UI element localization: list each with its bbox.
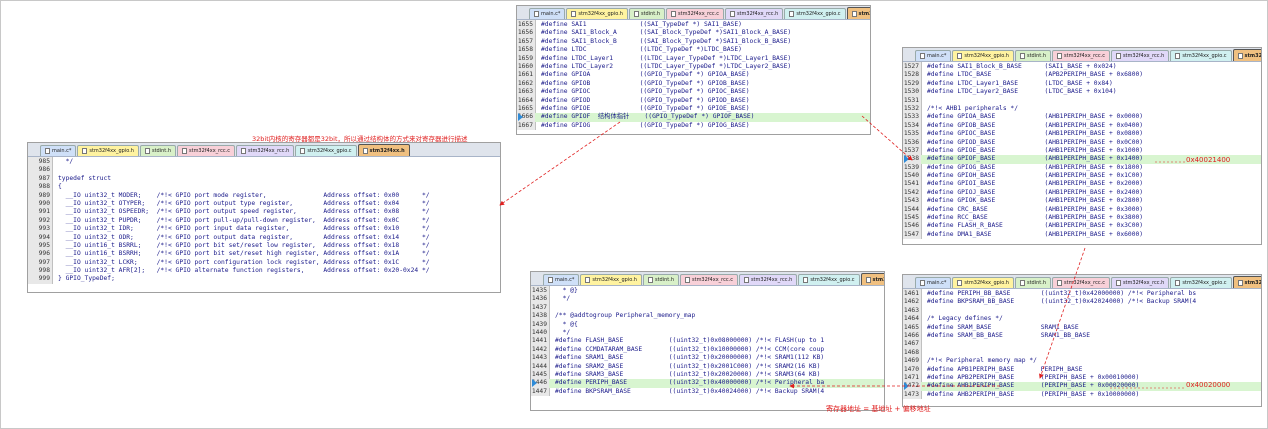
arrow-gpiof-to-base [861,115,913,161]
arrow-gpiof-to-struct [499,121,621,206]
connector-arrows [499,115,1185,389]
arrow-base-to-ahb1 [1039,247,1086,379]
